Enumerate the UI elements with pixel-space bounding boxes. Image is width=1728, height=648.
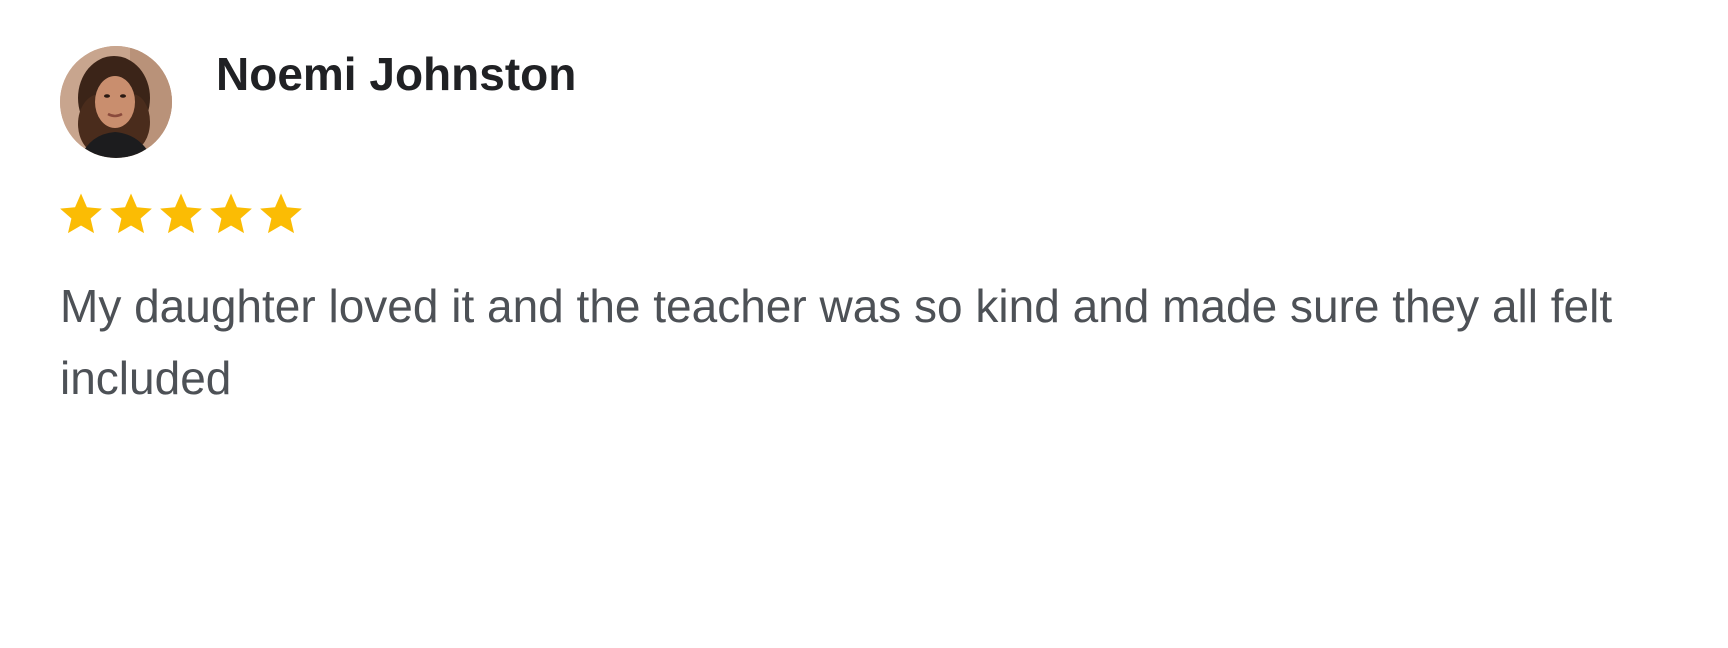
star-rating [58, 190, 304, 242]
review-card: Noemi Johnston My daughter loved it and … [0, 0, 1728, 648]
review-text: My daughter loved it and the teacher was… [60, 280, 1613, 404]
star-icon [210, 193, 252, 234]
star-icon [60, 193, 102, 234]
star-icon [260, 193, 302, 234]
star-icon [110, 193, 152, 234]
reviewer-avatar [60, 46, 172, 158]
reviewer-name: Noemi Johnston [216, 48, 577, 100]
star-icon [160, 193, 202, 234]
